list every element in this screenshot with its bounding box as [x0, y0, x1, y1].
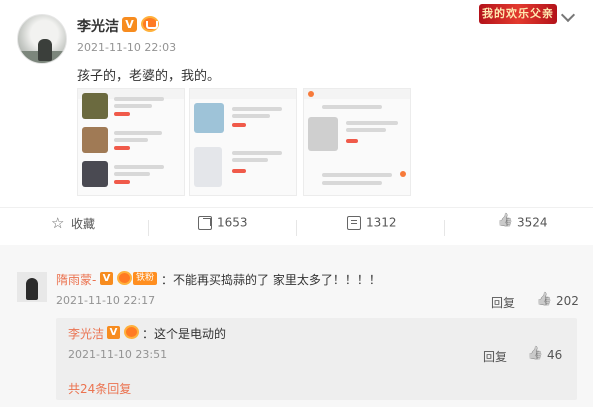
author-name[interactable]: 李光洁	[77, 16, 119, 36]
share-icon	[198, 215, 212, 230]
reply-button[interactable]: 回复	[483, 348, 507, 365]
thumbs-up-icon	[528, 349, 542, 363]
crown-badge-icon	[124, 325, 139, 339]
reply-author-name[interactable]: 李光洁	[68, 325, 104, 342]
chevron-down-icon[interactable]	[560, 7, 576, 23]
comment-icon	[347, 215, 361, 230]
verified-badge: V	[122, 17, 137, 32]
post-image-3[interactable]	[303, 88, 411, 196]
like-button[interactable]: 3524	[498, 215, 548, 241]
comment-button[interactable]: 1312	[347, 215, 397, 241]
divider	[148, 220, 149, 236]
reply-button[interactable]: 回复	[491, 294, 515, 311]
favorite-button[interactable]: 收藏	[51, 214, 95, 241]
divider	[0, 207, 593, 208]
post-image-1[interactable]	[77, 88, 185, 196]
verified-badge: V	[107, 326, 120, 339]
reply-like-button[interactable]: 46	[528, 348, 562, 363]
verified-badge: V	[100, 272, 113, 285]
crown-badge-icon	[117, 271, 132, 285]
comment-text: ：不能再买捣蒜的了 家里太多了！！！！	[161, 273, 381, 287]
crown-badge-icon	[141, 16, 159, 32]
author-avatar[interactable]	[17, 14, 67, 64]
divider	[296, 220, 297, 236]
thumbs-up-icon	[537, 295, 551, 309]
commenter-avatar[interactable]	[17, 272, 47, 302]
reply-timestamp: 2021-11-10 23:51	[68, 348, 168, 361]
more-replies-link[interactable]: 共24条回复	[68, 380, 131, 397]
reply-text: ：这个是电动的	[142, 327, 227, 341]
post-timestamp[interactable]: 2021-11-10 22:03	[77, 41, 176, 54]
comment-timestamp: 2021-11-10 22:17	[56, 294, 156, 307]
comment-like-button[interactable]: 202	[537, 294, 579, 309]
divider	[444, 220, 445, 236]
thumbs-up-icon	[498, 216, 512, 230]
post-image-2[interactable]	[189, 88, 297, 196]
share-button[interactable]: 1653	[198, 215, 248, 241]
fan-badge: 铁粉	[133, 272, 158, 285]
commenter-name[interactable]: 隋雨蒙-	[56, 271, 96, 288]
topic-badge[interactable]: 我的欢乐父亲	[479, 4, 557, 24]
post-text: 孩子的，老婆的，我的。	[77, 69, 221, 84]
star-icon	[51, 214, 66, 232]
